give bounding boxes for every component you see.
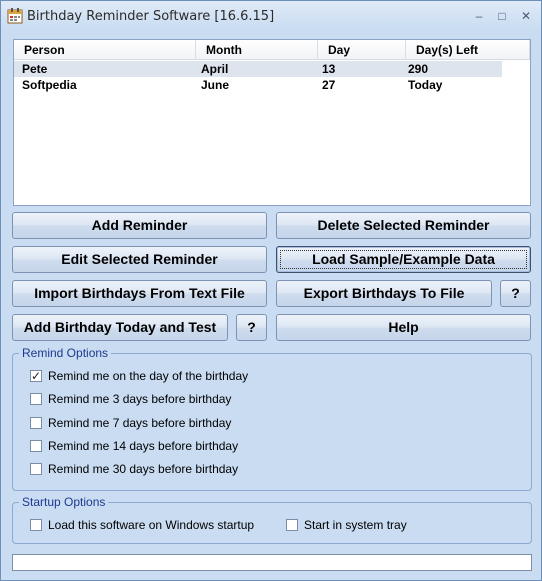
import-birthdays-button[interactable]: Import Birthdays From Text File <box>12 280 267 307</box>
cell-days-left: Today <box>408 78 443 92</box>
maximize-button[interactable]: □ <box>490 7 514 25</box>
add-birthday-today-button[interactable]: Add Birthday Today and Test <box>12 314 228 341</box>
list-header: Person Month Day Day(s) Left <box>14 40 530 60</box>
cell-days-left: 290 <box>408 62 429 76</box>
checkbox-label: Remind me 14 days before birthday <box>48 439 239 453</box>
table-row[interactable]: Softpedia June 27 Today <box>14 77 530 93</box>
column-header-person[interactable]: Person <box>14 40 196 60</box>
checkbox-label: Remind me 7 days before birthday <box>48 416 232 430</box>
checkbox-label: Remind me on the day of the birthday <box>48 369 249 383</box>
status-bar <box>12 554 532 571</box>
checkbox-unchecked[interactable] <box>30 519 42 531</box>
table-row[interactable]: Pete April 13 290 <box>14 61 502 77</box>
checkbox-unchecked[interactable] <box>30 417 42 429</box>
cell-person: Softpedia <box>22 78 77 92</box>
checkbox-unchecked[interactable] <box>286 519 298 531</box>
add-today-help-button[interactable]: ? <box>236 314 267 341</box>
startup-options-title: Startup Options <box>19 495 109 509</box>
checkbox-unchecked[interactable] <box>30 393 42 405</box>
checkbox-label: Remind me 30 days before birthday <box>48 462 239 476</box>
remind-options-title: Remind Options <box>19 346 112 360</box>
remind-options-group: Remind Options Remind me on the day of t… <box>12 346 532 491</box>
cell-day: 13 <box>322 62 336 76</box>
checkbox-label: Start in system tray <box>304 518 407 532</box>
column-header-month[interactable]: Month <box>196 40 318 60</box>
window-title: Birthday Reminder Software [16.6.15] <box>27 9 275 24</box>
title-bar[interactable]: Birthday Reminder Software [16.6.15] – □… <box>1 1 541 31</box>
close-button[interactable]: ✕ <box>514 7 538 25</box>
checkbox-label: Load this software on Windows startup <box>48 518 255 532</box>
cell-month: April <box>201 62 229 76</box>
load-sample-button[interactable]: Load Sample/Example Data <box>276 246 531 273</box>
cell-person: Pete <box>22 62 48 76</box>
export-help-button[interactable]: ? <box>500 280 531 307</box>
minimize-button[interactable]: – <box>467 7 491 25</box>
help-button[interactable]: Help <box>276 314 531 341</box>
edit-reminder-button[interactable]: Edit Selected Reminder <box>12 246 267 273</box>
startup-options-group: Startup Options Load this software on Wi… <box>12 495 532 544</box>
column-header-day[interactable]: Day <box>318 40 406 60</box>
load-sample-label: Load Sample/Example Data <box>312 251 495 267</box>
checkbox-label: Remind me 3 days before birthday <box>48 392 232 406</box>
cell-day: 27 <box>322 78 336 92</box>
checkbox-checked[interactable] <box>30 368 42 384</box>
delete-reminder-button[interactable]: Delete Selected Reminder <box>276 212 531 239</box>
cell-month: June <box>201 78 230 92</box>
checkbox-unchecked[interactable] <box>30 463 42 475</box>
add-reminder-button[interactable]: Add Reminder <box>12 212 267 239</box>
export-birthdays-button[interactable]: Export Birthdays To File <box>276 280 492 307</box>
birthday-list[interactable]: Person Month Day Day(s) Left Pete April … <box>13 39 531 206</box>
column-header-days-left[interactable]: Day(s) Left <box>406 40 530 60</box>
calendar-app-icon <box>7 8 23 24</box>
app-window: Birthday Reminder Software [16.6.15] – □… <box>0 0 542 581</box>
checkbox-unchecked[interactable] <box>30 440 42 452</box>
